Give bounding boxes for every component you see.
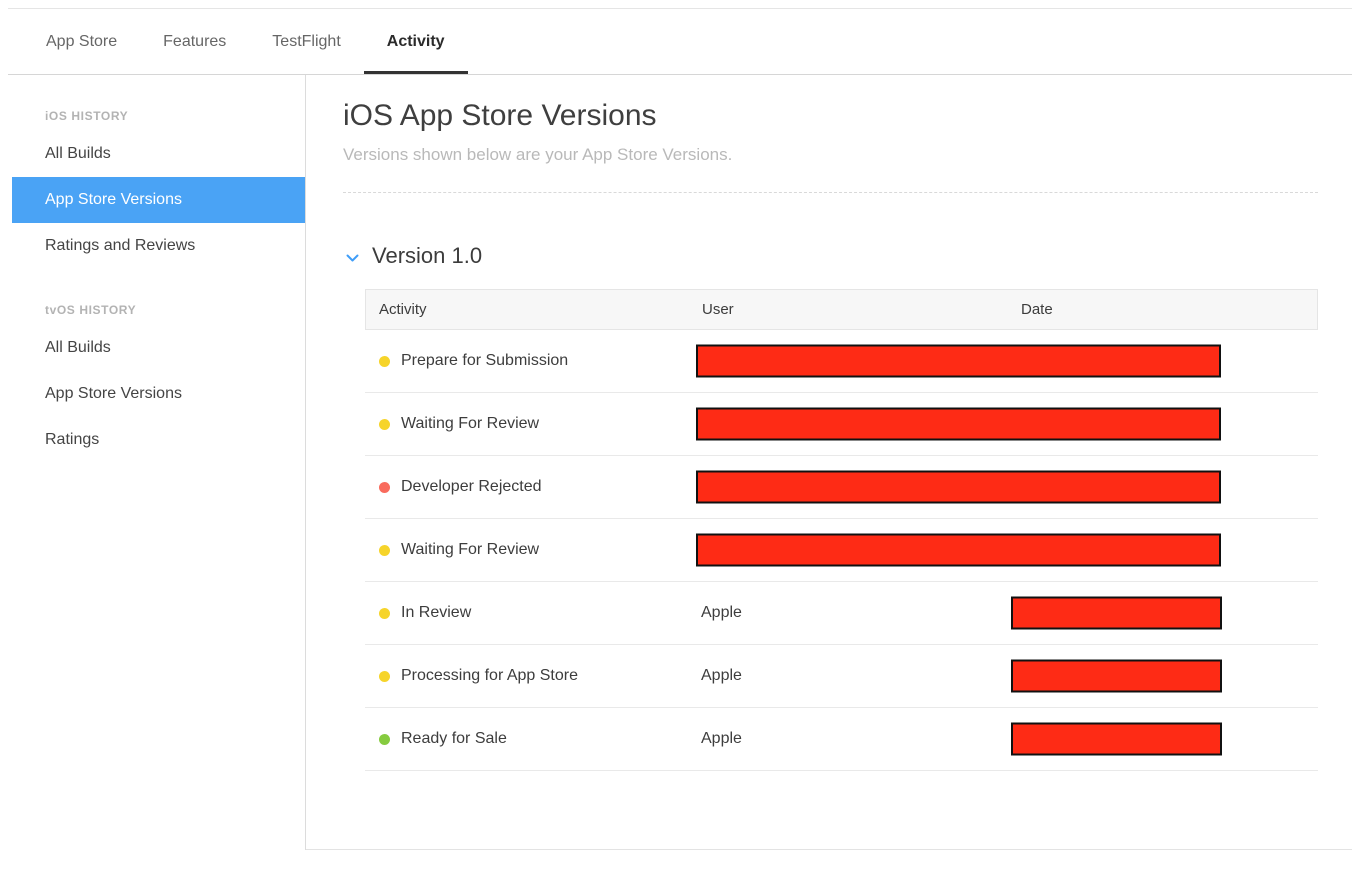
table-row: Processing for App Store Apple xyxy=(365,645,1318,708)
version-section-header: Version 1.0 xyxy=(346,243,1318,269)
chevron-down-icon[interactable] xyxy=(346,254,359,263)
redacted-value xyxy=(1011,597,1222,630)
sidebar-item-ratings[interactable]: Ratings xyxy=(8,417,305,463)
sidebar-section-header-tvos-history: tvOS HISTORY xyxy=(8,293,305,325)
nav-tab-activity[interactable]: Activity xyxy=(364,9,468,74)
user-cell: Apple xyxy=(701,604,1020,622)
table-row: In Review Apple xyxy=(365,582,1318,645)
activity-label: Prepare for Submission xyxy=(401,352,568,370)
activity-cell: Waiting For Review xyxy=(365,415,701,433)
activity-label: Processing for App Store xyxy=(401,667,578,685)
redacted-value xyxy=(1011,660,1222,693)
sidebar: iOS HISTORYAll BuildsApp Store VersionsR… xyxy=(8,75,306,850)
sidebar-item-app-store-versions[interactable]: App Store Versions xyxy=(12,177,305,223)
activity-label: In Review xyxy=(401,604,471,622)
main-panel: iOS App Store Versions Versions shown be… xyxy=(306,75,1352,850)
status-dot-icon xyxy=(379,608,390,619)
activity-cell: In Review xyxy=(365,604,701,622)
activity-cell: Ready for Sale xyxy=(365,730,701,748)
column-header-date: Date xyxy=(1021,301,1317,318)
page-title: iOS App Store Versions xyxy=(343,99,1318,133)
sidebar-section-header-ios-history: iOS HISTORY xyxy=(8,99,305,131)
table-body: Prepare for Submission Waiting For Review… xyxy=(365,330,1318,771)
activity-label: Developer Rejected xyxy=(401,478,542,496)
redacted-value xyxy=(696,408,1221,441)
user-cell: Apple xyxy=(701,730,1020,748)
status-dot-icon xyxy=(379,671,390,682)
status-dot-icon xyxy=(379,545,390,556)
content-area: iOS HISTORYAll BuildsApp Store VersionsR… xyxy=(8,75,1352,850)
column-header-user: User xyxy=(702,301,1021,318)
sidebar-item-all-builds[interactable]: All Builds xyxy=(8,325,305,371)
status-dot-icon xyxy=(379,356,390,367)
nav-tab-features[interactable]: Features xyxy=(140,9,249,74)
nav-tab-app-store[interactable]: App Store xyxy=(23,9,140,74)
activity-cell: Waiting For Review xyxy=(365,541,701,559)
redacted-value xyxy=(696,534,1221,567)
table-row: Prepare for Submission xyxy=(365,330,1318,393)
activity-table: Activity User Date Prepare for Submissio… xyxy=(365,289,1318,771)
nav-tab-testflight[interactable]: TestFlight xyxy=(249,9,363,74)
table-row: Developer Rejected xyxy=(365,456,1318,519)
activity-label: Waiting For Review xyxy=(401,415,539,433)
redacted-value xyxy=(696,345,1221,378)
sidebar-item-ratings-and-reviews[interactable]: Ratings and Reviews xyxy=(8,223,305,269)
sidebar-item-all-builds[interactable]: All Builds xyxy=(8,131,305,177)
version-title: Version 1.0 xyxy=(372,243,482,269)
activity-cell: Developer Rejected xyxy=(365,478,701,496)
app-frame: App StoreFeaturesTestFlightActivity iOS … xyxy=(8,8,1352,850)
activity-label: Ready for Sale xyxy=(401,730,507,748)
activity-label: Waiting For Review xyxy=(401,541,539,559)
redacted-value xyxy=(1011,723,1222,756)
status-dot-icon xyxy=(379,419,390,430)
redacted-value xyxy=(696,471,1221,504)
column-header-activity: Activity xyxy=(366,301,702,318)
table-row: Waiting For Review xyxy=(365,393,1318,456)
status-dot-icon xyxy=(379,734,390,745)
activity-cell: Processing for App Store xyxy=(365,667,701,685)
table-header: Activity User Date xyxy=(365,289,1318,330)
activity-cell: Prepare for Submission xyxy=(365,352,701,370)
status-dot-icon xyxy=(379,482,390,493)
user-cell: Apple xyxy=(701,667,1020,685)
sidebar-item-app-store-versions[interactable]: App Store Versions xyxy=(8,371,305,417)
table-row: Ready for Sale Apple xyxy=(365,708,1318,771)
section-divider xyxy=(343,192,1318,193)
top-nav: App StoreFeaturesTestFlightActivity xyxy=(8,8,1352,75)
page-subtitle: Versions shown below are your App Store … xyxy=(343,145,1318,165)
table-row: Waiting For Review xyxy=(365,519,1318,582)
